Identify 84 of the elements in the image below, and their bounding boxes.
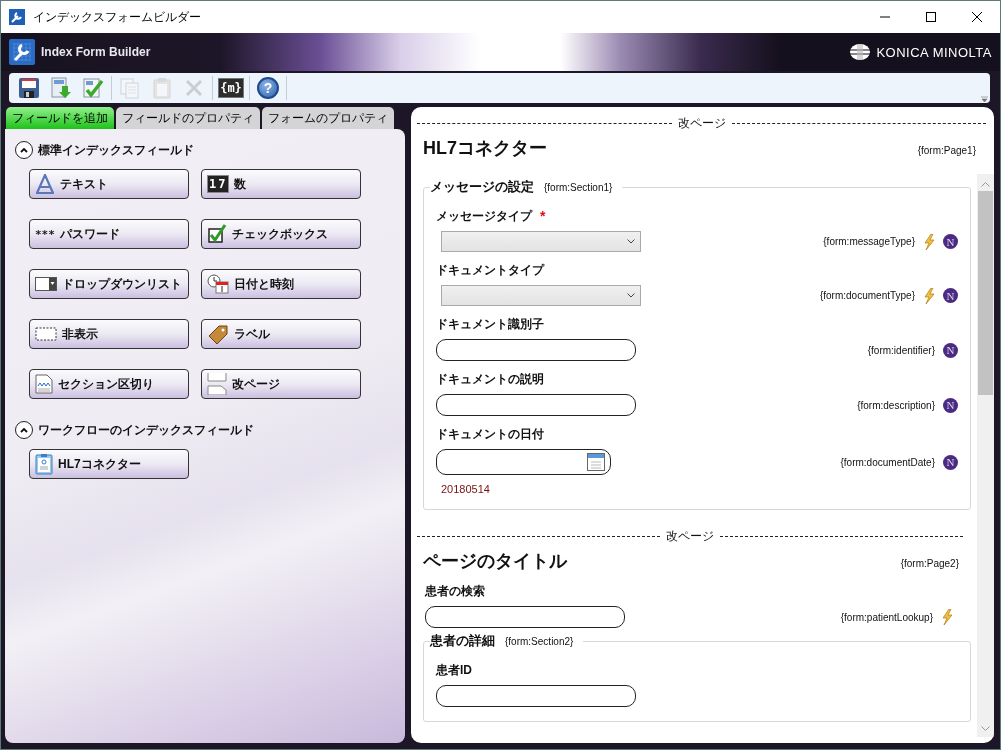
add-field-button[interactable]: ラベル [201,319,361,349]
add-field-button[interactable]: 非表示 [29,319,189,349]
field-label: ドキュメントの説明 [436,371,544,388]
app-icon [9,9,25,25]
letter-a-icon [35,174,55,194]
section-tag: {form:Section1} [544,182,613,193]
badge: N [943,288,958,303]
brand-logo: KONICA MINOLTA [876,44,992,60]
macro-button[interactable]: {m} [215,75,247,101]
add-field-button[interactable]: チェックボックス [201,219,361,249]
overflow-icon [981,96,988,103]
dropdown-field[interactable] [441,285,641,306]
text-field[interactable] [436,339,636,361]
chevron-up-icon [981,182,990,187]
add-field-button[interactable]: 改ページ [201,369,361,399]
add-field-button[interactable]: HL7コネクター [29,449,189,479]
page-title: HL7コネクター [423,137,547,160]
scrollbar[interactable] [977,174,994,737]
page-title: ページのタイトル [423,550,567,573]
close-icon [972,12,982,22]
wrench-icon [9,39,35,65]
window-title: インデックスフォームビルダー [33,8,202,26]
field-tag: {form:description} [857,399,935,411]
field-label: 患者の検索 [425,583,485,600]
asterisks-icon: *** [35,227,55,241]
group-heading: 標準インデックスフィールド [38,141,194,159]
group-heading: ワークフローのインデックスフィールド [38,421,254,439]
page-tag: {form:Page1} [917,145,976,156]
add-field-button[interactable]: セクション区切り [29,369,189,399]
section-tag: {form:Section2} [505,636,574,647]
page-break-label: 改ページ [666,528,714,545]
add-field-button[interactable]: 日付と時刻 [201,269,361,299]
tab[interactable]: フィールドを追加 [6,107,114,129]
badge: N [943,234,958,249]
maximize-icon [926,12,936,22]
page-break-label: 改ページ [677,115,726,132]
dashed-box-icon [35,327,57,341]
text-field[interactable] [425,606,625,628]
dropdown-field[interactable] [441,231,641,252]
field-label: メッセージタイプ [436,208,532,225]
field-tag: {form:documentDate} [840,456,935,468]
page-break-icon [207,373,227,395]
checkbox-icon [207,224,227,244]
required-mark: * [540,208,546,225]
app-name: Index Form Builder [41,45,152,59]
field-tag: {form:messageType} [823,236,915,247]
chevron-up-icon [19,425,29,435]
globe-logo-icon [850,44,871,60]
add-field-button[interactable]: *** パスワード [29,219,189,249]
add-field-button[interactable]: ドロップダウンリスト [29,269,189,299]
calendar-icon [587,453,605,471]
page-tag: {form:Page2} [900,558,959,569]
field-tag: {form:patientLookup} [840,611,933,623]
text-field[interactable] [436,394,636,416]
section-title: 患者の詳細 [430,632,495,650]
tab[interactable]: フォームのプロパティ [262,107,394,129]
dropdown-icon [35,277,57,291]
collapse-button[interactable] [15,421,33,439]
chevron-down-icon [627,239,635,244]
field-label: ドキュメントの日付 [436,426,544,443]
clock-calendar-icon [207,274,229,294]
tab[interactable]: フィールドのプロパティ [116,107,260,129]
field-tag: {form:documentType} [819,290,915,301]
field-tag: {form:identifier} [867,344,935,356]
badge: N [943,454,958,470]
badge: N [943,397,958,413]
chevron-up-icon [19,145,29,155]
chevron-down-icon [981,726,990,731]
section-title: メッセージの設定 [430,178,534,196]
date-field[interactable] [436,449,611,475]
collapse-button[interactable] [15,141,33,159]
number-tiles-icon: 17 [207,175,230,193]
field-label: 患者ID [436,662,472,679]
field-label: ドキュメントタイプ [436,262,544,279]
add-field-button[interactable]: テキスト [29,169,189,199]
tag-icon [207,324,229,344]
field-label: ドキュメント識別子 [436,316,544,333]
value-hint: 20180514 [441,483,491,495]
text-field[interactable] [436,685,636,707]
chevron-down-icon [627,293,635,298]
clipboard-icon [35,453,53,475]
add-field-button[interactable]: 17 数 [201,169,361,199]
chart-document-icon [35,374,53,394]
badge: N [943,342,958,358]
